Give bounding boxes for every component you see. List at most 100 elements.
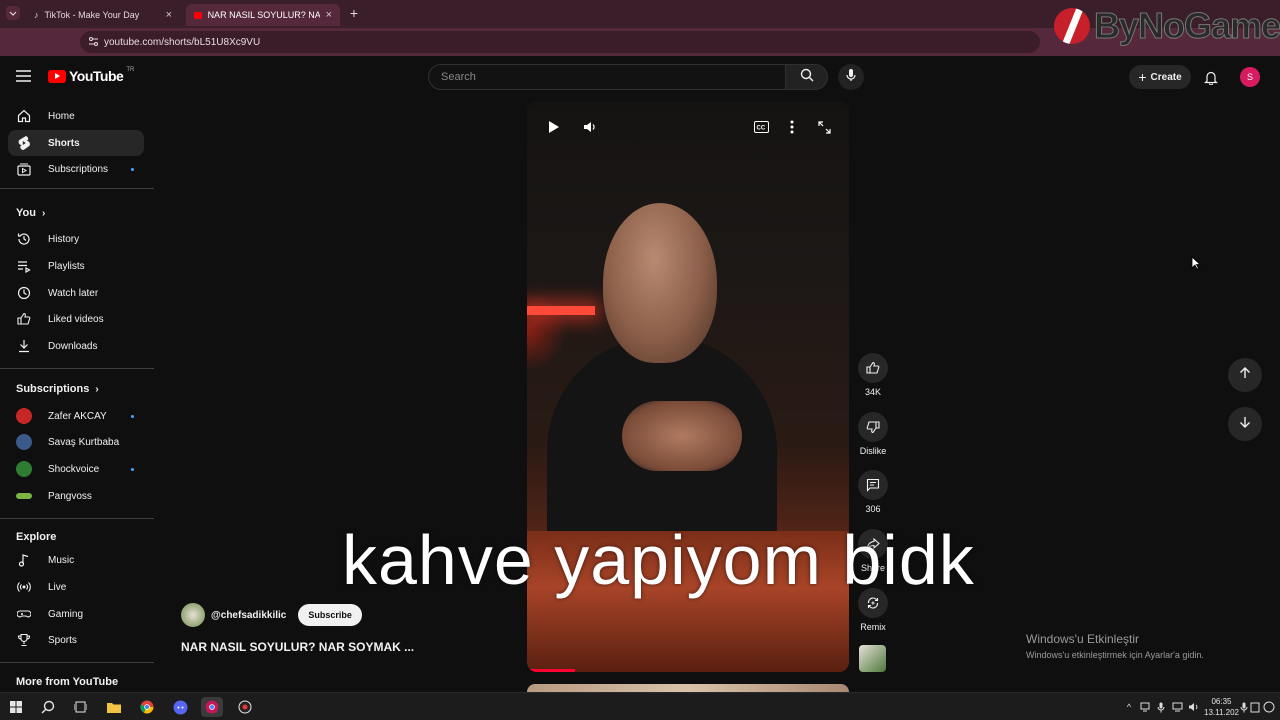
tiktok-icon: ♪ — [34, 10, 39, 20]
dislike-button[interactable]: Dislike — [856, 412, 890, 456]
browser-tab-youtube[interactable]: NAR NASIL SOYULUR? NAR SO × — [186, 4, 340, 26]
comment-icon — [858, 470, 888, 500]
comments-button[interactable]: 306 — [856, 470, 890, 514]
sidebar-item-label: Music — [48, 554, 75, 566]
chrome-icon[interactable] — [136, 697, 158, 717]
channel-bar: @chefsadikkilic Subscribe — [181, 603, 362, 627]
play-icon[interactable] — [544, 117, 564, 137]
file-explorer-icon[interactable] — [103, 697, 125, 717]
short-title[interactable]: NAR NASIL SOYULUR? NAR SOYMAK ... — [181, 640, 414, 654]
new-content-dot — [131, 167, 134, 171]
trophy-icon — [16, 632, 32, 648]
sidebar-channel-item[interactable]: Savaş Kurtbaba — [8, 429, 144, 455]
language-icon[interactable] — [1249, 700, 1261, 714]
search-button[interactable] — [786, 64, 828, 90]
neon-light — [527, 306, 595, 315]
sidebar-item-home[interactable]: Home — [8, 103, 144, 129]
windows-taskbar: ^ 06:35 13.11.202 — [0, 692, 1280, 720]
country-code: TR — [126, 67, 135, 73]
notification-center-icon[interactable] — [1263, 700, 1275, 714]
sidebar-subscriptions-header[interactable]: Subscriptions › — [16, 383, 99, 395]
close-tab-icon[interactable]: × — [166, 9, 172, 21]
show-hidden-icons-chevron-icon[interactable]: ^ — [1123, 700, 1135, 714]
create-label: Create — [1150, 71, 1182, 83]
live-icon — [16, 579, 32, 595]
volume-icon[interactable] — [580, 117, 600, 137]
sidebar-item-liked-videos[interactable]: Liked videos — [8, 306, 144, 332]
clock-date: 13.11.202 — [1204, 708, 1239, 717]
sidebar-item-subscriptions[interactable]: Subscriptions — [8, 156, 144, 182]
channel-avatar — [16, 461, 32, 477]
task-view-icon[interactable] — [69, 697, 91, 717]
sidebar-channel-item[interactable]: Shockvoice — [8, 456, 144, 482]
sidebar-item-watch-later[interactable]: Watch later — [8, 280, 144, 306]
windows-start-icon[interactable] — [5, 697, 27, 717]
sidebar-item-downloads[interactable]: Downloads — [8, 333, 144, 359]
shorts-icon — [16, 135, 32, 151]
discord-icon[interactable] — [169, 697, 191, 717]
sidebar-item-label: Shorts — [48, 137, 80, 149]
notifications-bell-icon[interactable] — [1200, 66, 1222, 88]
more-options-icon[interactable] — [782, 117, 802, 137]
browser-tab-tiktok[interactable]: ♪ TikTok - Make Your Day × — [26, 4, 180, 26]
microphone-tray-icon[interactable] — [1155, 700, 1167, 714]
sidebar-item-gaming[interactable]: Gaming — [8, 601, 144, 627]
sidebar-item-sports[interactable]: Sports — [8, 627, 144, 653]
playlists-icon — [16, 258, 32, 274]
search-input[interactable]: Search — [428, 64, 786, 90]
sidebar: Home Shorts Subscriptions You › History … — [0, 100, 154, 692]
tab-title: TikTok - Make Your Day — [44, 10, 140, 20]
obs-recorder-icon[interactable] — [234, 697, 256, 717]
activation-subtitle: Windows'u etkinleştirmek için Ayarlar'a … — [1026, 650, 1204, 660]
youtube-logo-text: YouTube — [69, 68, 124, 84]
closed-captions-icon[interactable]: CC — [751, 117, 771, 137]
new-tab-icon[interactable]: + — [346, 5, 362, 21]
arrow-down-icon — [1238, 415, 1252, 434]
search-icon — [800, 68, 814, 87]
svg-text:CC: CC — [756, 126, 765, 132]
chrome-profile-icon[interactable] — [201, 697, 223, 717]
youtube-logo[interactable]: YouTube TR — [48, 67, 135, 84]
channel-handle[interactable]: @chefsadikkilic — [211, 610, 286, 621]
previous-short-button[interactable] — [1228, 358, 1262, 392]
sidebar-you-header[interactable]: You › — [16, 207, 45, 219]
channel-avatar[interactable] — [181, 603, 205, 627]
like-button[interactable]: 34K — [856, 353, 890, 397]
channel-name: Shockvoice — [48, 463, 100, 475]
sidebar-item-shorts[interactable]: Shorts — [8, 130, 144, 156]
taskbar-search-icon[interactable] — [37, 697, 59, 717]
sidebar-divider — [0, 662, 154, 663]
sidebar-item-music[interactable]: Music — [8, 547, 144, 573]
taskbar-clock[interactable]: 06:35 13.11.202 — [1204, 696, 1239, 718]
youtube-favicon-icon — [194, 11, 202, 19]
sidebar-item-playlists[interactable]: Playlists — [8, 253, 144, 279]
display-icon[interactable] — [1139, 700, 1151, 714]
close-tab-icon[interactable]: × — [326, 9, 332, 21]
sound-thumbnail[interactable] — [859, 645, 886, 672]
create-button[interactable]: + Create — [1129, 65, 1191, 89]
sidebar-channel-item[interactable]: Zafer AKCAY — [8, 403, 144, 429]
fullscreen-icon[interactable] — [814, 117, 834, 137]
sidebar-item-live[interactable]: Live — [8, 574, 144, 600]
menu-hamburger-icon[interactable] — [16, 69, 31, 87]
chevron-right-icon: › — [95, 383, 99, 395]
next-short-preview — [527, 684, 849, 692]
site-info-icon[interactable] — [88, 36, 99, 50]
voice-search-button[interactable] — [838, 64, 864, 90]
microphone-icon — [845, 68, 857, 87]
network-icon[interactable] — [1171, 700, 1183, 714]
url-text: youtube.com/shorts/bL51U8Xc9VU — [104, 36, 261, 48]
thumbs-up-icon — [16, 311, 32, 327]
sidebar-channel-item[interactable]: Pangvoss — [8, 483, 144, 509]
sidebar-item-label: Home — [48, 110, 75, 122]
video-person-hand — [622, 401, 742, 471]
account-avatar[interactable]: S — [1240, 67, 1260, 87]
tab-list-chevron-icon[interactable] — [6, 6, 20, 20]
subscribe-button[interactable]: Subscribe — [298, 604, 362, 626]
sidebar-item-label: Live — [48, 581, 67, 593]
video-progress-bar[interactable] — [527, 669, 575, 672]
speaker-icon[interactable] — [1187, 700, 1199, 714]
address-bar[interactable]: youtube.com/shorts/bL51U8Xc9VU — [80, 31, 1040, 53]
sidebar-item-history[interactable]: History — [8, 226, 144, 252]
next-short-button[interactable] — [1228, 407, 1262, 441]
